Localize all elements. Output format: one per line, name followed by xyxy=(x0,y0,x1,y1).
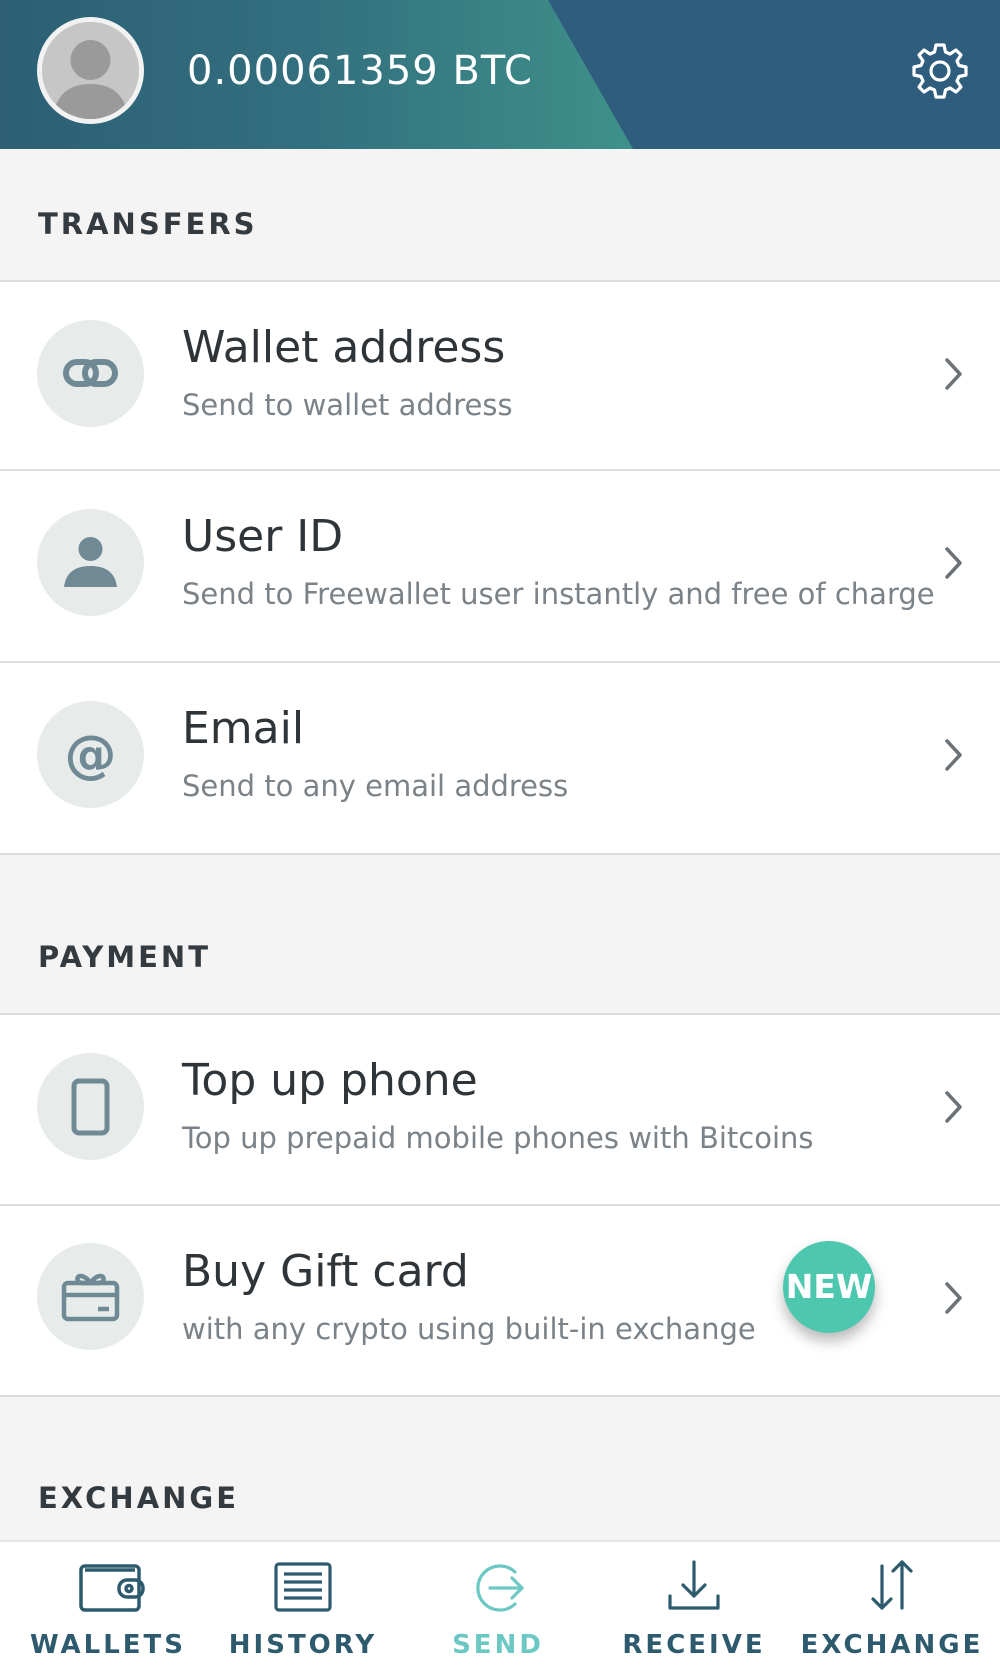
transfer-item-user-id[interactable]: User ID Send to Freewallet user instantl… xyxy=(0,471,1000,661)
svg-text:@: @ xyxy=(65,725,117,785)
exchange-arrows-icon xyxy=(871,1560,913,1610)
history-list-icon xyxy=(274,1562,332,1612)
section-label-transfers: TRANSFERS xyxy=(38,207,258,241)
tab-receive[interactable]: RECEIVE xyxy=(594,1542,794,1677)
section-label-payment: PAYMENT xyxy=(38,940,211,974)
tab-label: EXCHANGE xyxy=(800,1630,984,1660)
chevron-right-icon xyxy=(945,547,962,579)
wallet-balance: 0.00061359 BTC xyxy=(187,48,533,94)
tab-exchange[interactable]: EXCHANGE xyxy=(792,1542,992,1677)
section-label-exchange: EXCHANGE xyxy=(38,1481,240,1515)
chevron-right-icon xyxy=(945,739,962,771)
bottom-tab-bar: WALLETS HISTORY SEND RECEIVE EXCHANGE xyxy=(0,1540,1000,1677)
chevron-right-icon xyxy=(945,1282,962,1314)
item-subtitle: Send to Freewallet user instantly and fr… xyxy=(182,577,935,611)
item-title: User ID xyxy=(182,511,344,562)
chevron-right-icon xyxy=(945,358,962,390)
phone-icon xyxy=(71,1078,110,1136)
icon-circle xyxy=(37,1243,144,1350)
icon-circle: @ xyxy=(37,701,144,808)
item-subtitle: Top up prepaid mobile phones with Bitcoi… xyxy=(182,1121,814,1155)
user-avatar-icon xyxy=(42,22,139,119)
tab-label: HISTORY xyxy=(228,1630,378,1660)
icon-circle xyxy=(37,1053,144,1160)
send-screen: 0.00061359 BTC TRANSFERS Wallet address … xyxy=(0,0,1000,1677)
transfer-item-wallet-address[interactable]: Wallet address Send to wallet address xyxy=(0,282,1000,469)
tab-send[interactable]: SEND xyxy=(398,1542,598,1677)
gift-card-icon xyxy=(61,1273,120,1322)
item-title: Top up phone xyxy=(182,1055,478,1106)
item-subtitle: with any crypto using built-in exchange xyxy=(182,1312,756,1346)
item-title: Buy Gift card xyxy=(182,1246,469,1297)
link-icon xyxy=(63,359,118,387)
wallet-icon xyxy=(79,1564,145,1612)
avatar[interactable] xyxy=(37,17,144,124)
user-icon xyxy=(64,537,117,587)
divider xyxy=(0,1395,1000,1397)
tab-wallets[interactable]: WALLETS xyxy=(8,1542,208,1677)
item-title: Wallet address xyxy=(182,322,506,373)
item-subtitle: Send to wallet address xyxy=(182,388,513,422)
chevron-right-icon xyxy=(945,1091,962,1123)
item-title: Email xyxy=(182,703,305,754)
transfer-item-email[interactable]: @ Email Send to any email address xyxy=(0,663,1000,853)
item-subtitle: Send to any email address xyxy=(182,769,569,803)
gear-icon[interactable] xyxy=(910,40,970,100)
tab-label: SEND xyxy=(452,1630,544,1660)
send-arrow-icon xyxy=(476,1564,524,1612)
payment-item-top-up-phone[interactable]: Top up phone Top up prepaid mobile phone… xyxy=(0,1015,1000,1204)
divider xyxy=(0,853,1000,855)
download-icon xyxy=(668,1560,720,1610)
at-sign-icon: @ xyxy=(65,725,117,785)
tab-label: RECEIVE xyxy=(622,1630,766,1660)
icon-circle xyxy=(37,320,144,427)
new-badge: NEW xyxy=(783,1241,875,1333)
tab-label: WALLETS xyxy=(30,1630,186,1660)
app-header: 0.00061359 BTC xyxy=(0,0,1000,149)
icon-circle xyxy=(37,509,144,616)
tab-history[interactable]: HISTORY xyxy=(203,1542,403,1677)
